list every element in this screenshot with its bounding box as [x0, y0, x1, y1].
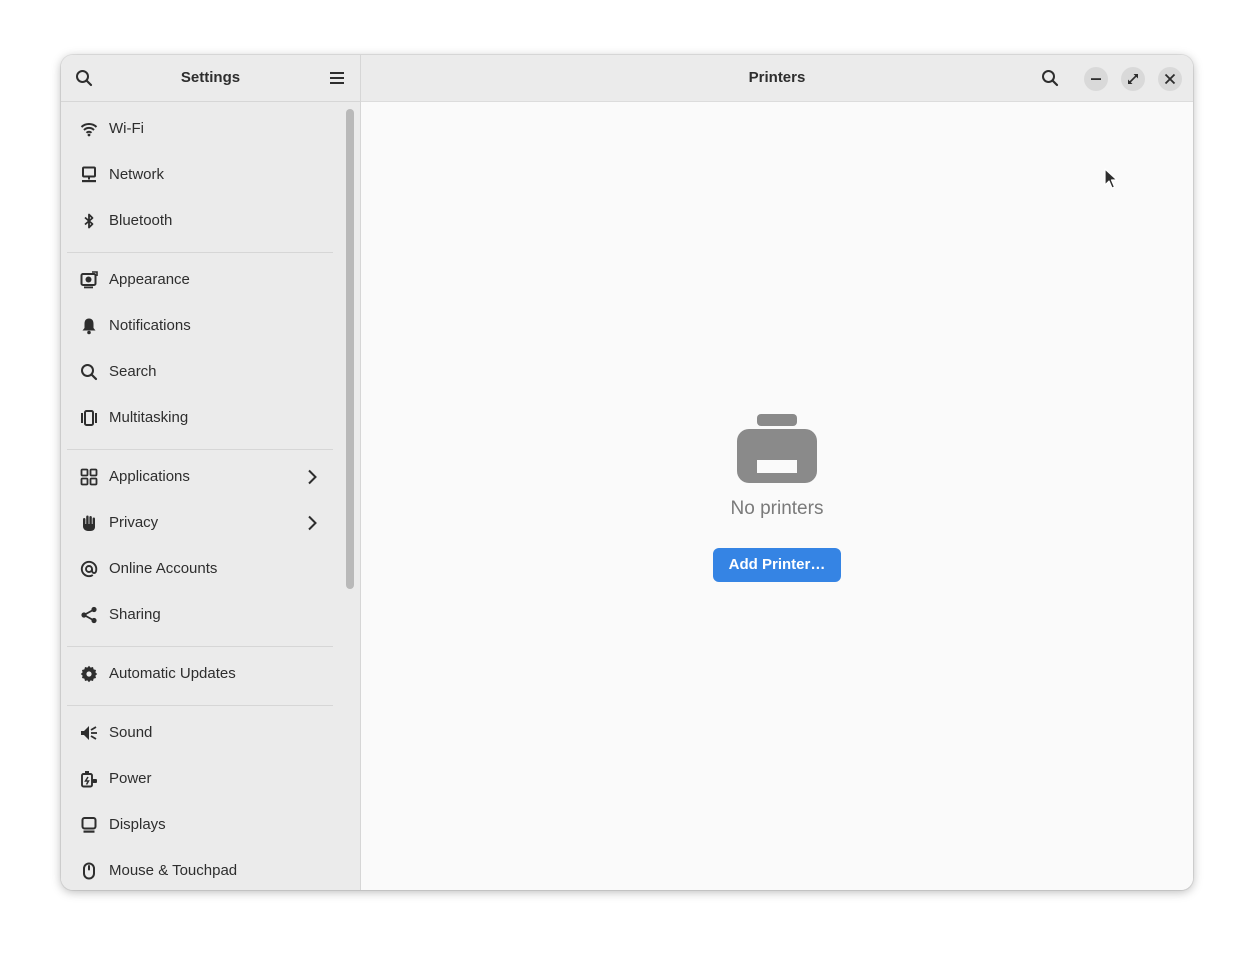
sidebar-item-label: Privacy — [109, 514, 159, 531]
sidebar-item-multitasking[interactable]: Multitasking — [67, 396, 333, 440]
page-title: Printers — [748, 69, 806, 86]
sidebar-item-label: Multitasking — [109, 409, 189, 426]
sidebar-item-displays[interactable]: Displays — [67, 803, 333, 847]
sidebar-separator — [67, 252, 333, 253]
sidebar-item-label: Sound — [109, 724, 153, 741]
search-icon — [76, 70, 93, 87]
sidebar-item-label: Online Accounts — [109, 560, 218, 577]
minimize-icon — [1091, 78, 1101, 80]
sidebar-item-label: Notifications — [109, 317, 191, 334]
main-menu-button[interactable] — [322, 63, 352, 93]
sidebar-separator — [67, 646, 333, 647]
printers-search-button[interactable] — [1035, 63, 1065, 93]
sidebar-item-applications[interactable]: Applications — [67, 455, 333, 499]
sidebar-item-wifi[interactable]: Wi-Fi — [67, 107, 333, 151]
close-icon — [1164, 73, 1176, 85]
close-button[interactable] — [1158, 67, 1182, 91]
maximize-button[interactable] — [1121, 67, 1145, 91]
mouse-cursor-icon — [1104, 168, 1118, 189]
network-icon — [82, 166, 96, 183]
sidebar-item-label: Displays — [109, 816, 166, 833]
main-header: Printers — [361, 55, 1193, 102]
sidebar-header: Settings — [61, 55, 360, 102]
appearance-icon — [80, 271, 98, 289]
search-icon — [81, 364, 98, 381]
sidebar-item-label: Applications — [109, 468, 190, 485]
sidebar-item-search[interactable]: Search — [67, 350, 333, 394]
empty-state-text: No printers — [730, 498, 824, 519]
hamburger-menu-icon — [330, 72, 344, 84]
display-icon — [81, 817, 97, 833]
bluetooth-icon — [84, 213, 94, 229]
grid-icon — [80, 468, 98, 486]
sidebar-item-notifications[interactable]: Notifications — [67, 304, 333, 348]
sidebar-item-label: Appearance — [109, 271, 190, 288]
sidebar-item-network[interactable]: Network — [67, 153, 333, 197]
sidebar-item-label: Power — [109, 770, 152, 787]
gear-icon — [80, 665, 98, 683]
sidebar: Settings Wi-Fi Network Bluetooth Appeara… — [61, 55, 361, 890]
sidebar-item-label: Network — [109, 166, 165, 183]
sidebar-item-sound[interactable]: Sound — [67, 711, 333, 755]
sidebar-item-online-accounts[interactable]: Online Accounts — [67, 547, 333, 591]
chevron-right-icon — [308, 515, 317, 531]
share-icon — [81, 606, 97, 624]
sidebar-item-label: Automatic Updates — [109, 665, 236, 682]
sidebar-list: Wi-Fi Network Bluetooth Appearance Notif… — [61, 102, 339, 890]
sidebar-item-label: Bluetooth — [109, 212, 173, 229]
mouse-icon — [83, 862, 95, 880]
search-icon — [1042, 70, 1059, 87]
sidebar-item-privacy[interactable]: Privacy — [67, 501, 333, 545]
speaker-icon — [81, 726, 97, 740]
sidebar-item-label: Sharing — [109, 606, 161, 623]
sidebar-scrollbar[interactable] — [346, 109, 354, 589]
sidebar-separator — [67, 705, 333, 706]
sidebar-item-label: Mouse & Touchpad — [109, 862, 238, 879]
wifi-icon — [80, 123, 98, 137]
hand-icon — [83, 515, 95, 531]
multitasking-icon — [81, 410, 97, 426]
sidebar-item-label: Search — [109, 363, 157, 380]
sidebar-item-power[interactable]: Power — [67, 757, 333, 801]
sidebar-item-appearance[interactable]: Appearance — [67, 258, 333, 302]
sidebar-item-sharing[interactable]: Sharing — [67, 593, 333, 637]
sidebar-item-bluetooth[interactable]: Bluetooth — [67, 199, 333, 243]
sidebar-item-automatic-updates[interactable]: Automatic Updates — [67, 652, 333, 696]
sidebar-title: Settings — [180, 69, 241, 86]
sidebar-search-button[interactable] — [69, 63, 99, 93]
printer-icon — [737, 414, 817, 483]
at-icon — [80, 560, 98, 578]
sidebar-separator — [67, 449, 333, 450]
maximize-icon — [1128, 74, 1138, 84]
add-printer-button[interactable]: Add Printer… — [713, 548, 841, 582]
power-icon — [81, 771, 97, 788]
minimize-button[interactable] — [1084, 67, 1108, 91]
sidebar-item-label: Wi-Fi — [109, 120, 144, 137]
settings-window: Settings Wi-Fi Network Bluetooth Appeara… — [61, 55, 1193, 890]
printers-content: No printers Add Printer… — [361, 102, 1193, 890]
bell-icon — [82, 318, 96, 335]
sidebar-item-mouse-touchpad[interactable]: Mouse & Touchpad — [67, 849, 333, 890]
chevron-right-icon — [308, 469, 317, 485]
